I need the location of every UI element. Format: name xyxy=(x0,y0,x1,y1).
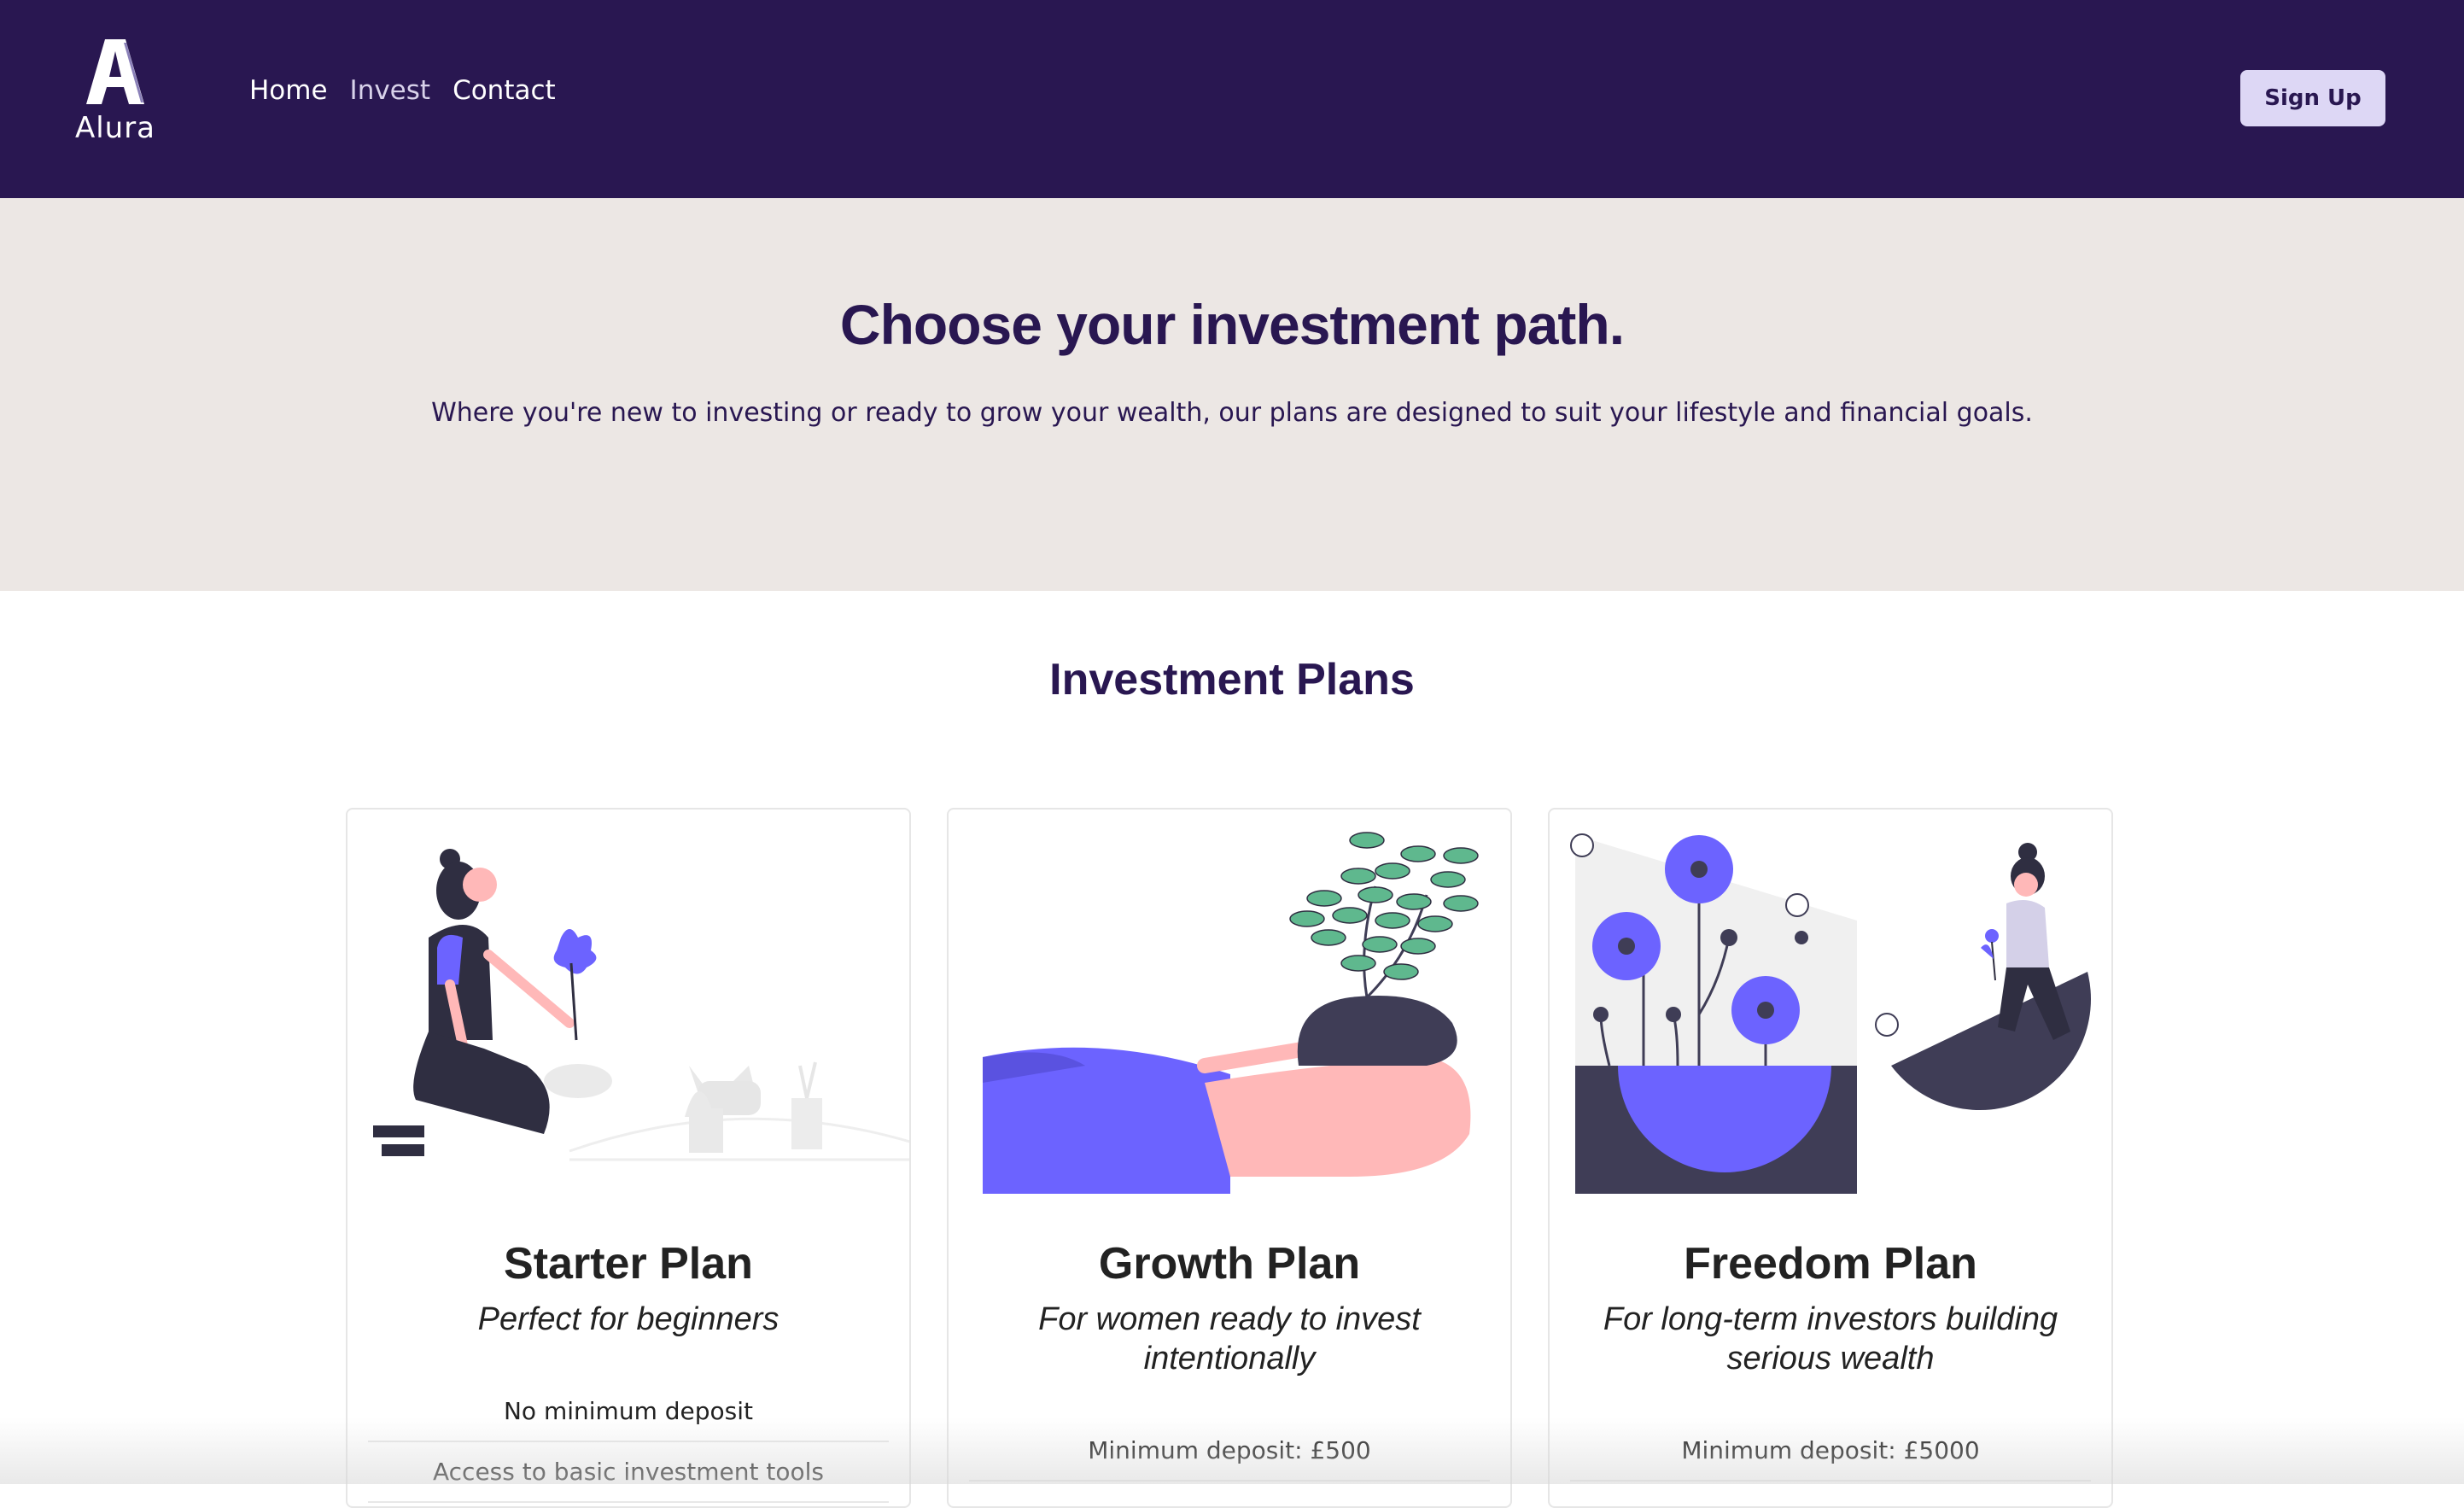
money-plant-hands-illustration xyxy=(983,832,1479,1194)
plan-subtitle: For long-term investors building serious… xyxy=(1603,1301,2058,1376)
brand-name: Alura xyxy=(74,111,156,145)
hero-subtitle: Where you're new to investing or ready t… xyxy=(431,398,2033,428)
plan-title: Freedom Plan xyxy=(1684,1239,1977,1289)
plans-heading: Investment Plans xyxy=(1049,655,1415,704)
plan-features: No minimum deposit Access to basic inves… xyxy=(368,1382,889,1503)
nav-home-link[interactable]: Home xyxy=(249,75,328,106)
plan-feature: No minimum deposit xyxy=(368,1382,889,1442)
plan-feature: Access to basic investment tools xyxy=(368,1442,889,1503)
brand-logo[interactable]: Alura xyxy=(68,38,162,145)
nav-contact-link[interactable]: Contact xyxy=(453,75,556,106)
main-nav: Home Invest Contact xyxy=(249,75,556,106)
alura-logo-icon xyxy=(86,39,144,104)
plan-features: Minimum deposit: £500 xyxy=(969,1421,1490,1482)
page-title: Choose your investment path. xyxy=(839,293,1625,356)
plan-features: Minimum deposit: £5000 xyxy=(1570,1421,2091,1482)
plan-title: Starter Plan xyxy=(504,1239,753,1289)
plan-card-starter[interactable]: Starter Plan Perfect for beginners No mi… xyxy=(346,808,911,1508)
plan-subtitle: For women ready to invest intentionally xyxy=(1038,1301,1421,1376)
sign-up-button[interactable]: Sign Up xyxy=(2240,70,2385,126)
hero-section: Choose your investment path. Where you'r… xyxy=(0,198,2464,591)
woman-gardening-illustration xyxy=(373,849,909,1161)
plan-subtitle: Perfect for beginners xyxy=(477,1301,779,1337)
plan-feature: Minimum deposit: £500 xyxy=(969,1421,1490,1482)
plan-feature: Minimum deposit: £5000 xyxy=(1570,1421,2091,1482)
nav-invest-link[interactable]: Invest xyxy=(350,75,431,106)
woman-sitting-flowers-illustration xyxy=(1570,833,2091,1194)
plan-card-growth[interactable]: Growth Plan For women ready to invest in… xyxy=(947,808,1512,1508)
plan-card-freedom[interactable]: Freedom Plan For long-term investors bui… xyxy=(1548,808,2113,1508)
top-navbar: Alura Home Invest Contact Sign Up xyxy=(0,0,2464,198)
plan-title: Growth Plan xyxy=(1098,1239,1361,1289)
